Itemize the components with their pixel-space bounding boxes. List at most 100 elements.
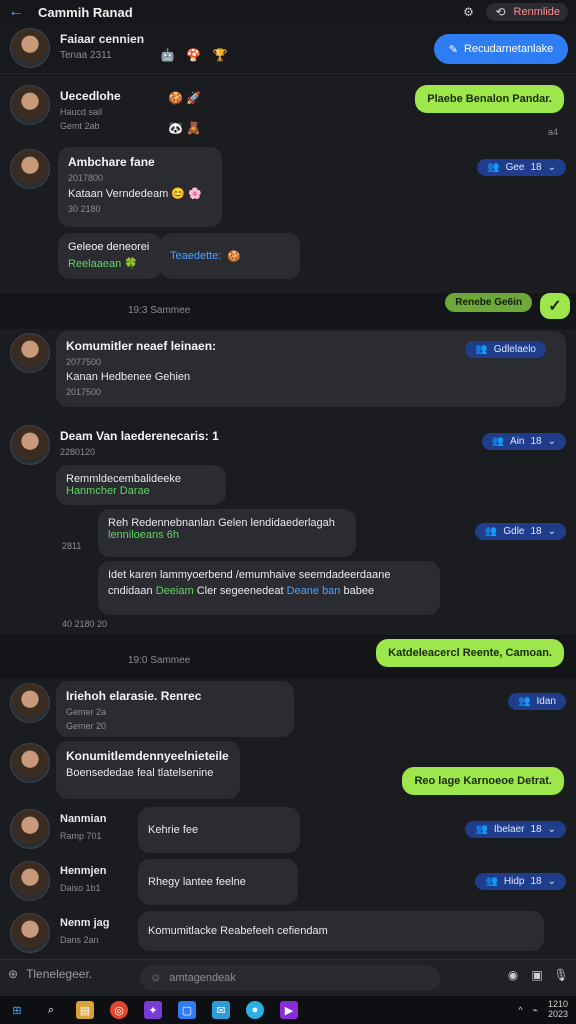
- message-meta: Gemt 2ab: [60, 121, 100, 131]
- users-icon: 👥: [487, 162, 500, 173]
- avatar[interactable]: [10, 861, 50, 901]
- messenger-app-icon[interactable]: ●: [246, 1001, 264, 1019]
- microphone-icon[interactable]: 🎙: [553, 968, 568, 982]
- message-time: a4: [547, 127, 558, 137]
- users-icon: 👥: [491, 436, 505, 447]
- message-link[interactable]: Teaedette:: [170, 250, 221, 262]
- message-bubble[interactable]: Geleoe deneorei Reelaaean 🍀: [58, 233, 162, 279]
- header-action-button[interactable]: ✎ Recudarnetanlake: [434, 34, 568, 64]
- message-link[interactable]: Deeiam: [156, 585, 194, 597]
- message-bubble[interactable]: Uecedlohe Haucd sail Gemt 2ab: [56, 83, 246, 137]
- settings-icon[interactable]: ⚙: [462, 5, 476, 19]
- message-list[interactable]: Uecedlohe Haucd sail Gemt 2ab 🍪 🚀 🐼 🧸 Pl…: [0, 75, 576, 959]
- search-icon[interactable]: ⌕: [42, 1001, 60, 1019]
- media-icon[interactable]: ▶: [280, 1001, 298, 1019]
- message-meta: Haucd sail: [60, 107, 103, 117]
- composer-label: Tlenelegeer.: [26, 967, 93, 981]
- browser-icon[interactable]: ◎: [110, 1001, 128, 1019]
- check-icon: ✓: [540, 293, 570, 319]
- message-bubble[interactable]: Remmldecembalideeke Hanmcher Darae: [56, 465, 226, 505]
- reaction-badge[interactable]: 👥 Gdle 18 ⌄: [474, 523, 566, 540]
- messenger-window: ← Cammih Ranad ⚙ ⟲ Renmlide Faiaar cenni…: [0, 0, 576, 1024]
- attach-icon[interactable]: ⊕: [8, 967, 18, 981]
- badge-count: 18: [530, 162, 542, 173]
- reaction-badge[interactable]: 👥 Gdlelaelo: [465, 341, 546, 358]
- message-meta: 2077500: [66, 357, 102, 367]
- message-title: Uecedlohe: [60, 89, 121, 103]
- back-arrow-icon[interactable]: ←: [8, 3, 28, 21]
- reaction-badge[interactable]: 👥 Ibelaer 18 ⌄: [465, 821, 566, 838]
- outgoing-bubble[interactable]: Reo lage Karnoeoe Detrat.: [402, 767, 564, 795]
- windows-start-icon[interactable]: ⊞: [8, 1001, 26, 1019]
- top-pill-label: Renmlide: [513, 6, 560, 18]
- message-text: Kehrie fee: [148, 824, 199, 836]
- reaction-badge[interactable]: 👥 Gee 18 ⌄: [477, 159, 566, 176]
- system-tray: ^ ⌁ 1210 2023: [518, 999, 568, 1020]
- title-bar: ← Cammih Ranad ⚙ ⟲ Renmlide: [0, 0, 576, 24]
- message-meta: 30 2180: [68, 204, 101, 214]
- message-bubble[interactable]: Konumitlemdennyeelnieteile Boensededae f…: [56, 741, 240, 799]
- store-icon[interactable]: ▢: [178, 1001, 196, 1019]
- reaction-badge[interactable]: 👥 Ain 18 ⌄: [481, 433, 566, 450]
- users-icon: 👥: [475, 824, 488, 835]
- avatar[interactable]: [10, 149, 50, 189]
- top-pill[interactable]: ⟲ Renmlide: [485, 3, 568, 21]
- divider-label: 19:0 Sammee: [128, 655, 191, 666]
- users-icon: 👥: [485, 876, 498, 887]
- app-icon[interactable]: ✦: [144, 1001, 162, 1019]
- message-time: 2811: [62, 541, 82, 551]
- message-bubble[interactable]: Deam Van laederenecaris: 1 2280120: [56, 423, 256, 463]
- message-title: Konumitlemdennyeelnieteile: [66, 749, 229, 763]
- avatar[interactable]: [10, 809, 50, 849]
- avatar[interactable]: [10, 28, 50, 68]
- mail-icon[interactable]: ✉: [212, 1001, 230, 1019]
- badge-label: Hidp: [503, 876, 525, 887]
- message-row: Henmjen Daiso 1b1 Rhegy lantee feelne 👥 …: [0, 859, 576, 909]
- message-row: Idet karen lammyoerbend /emumhaive seemd…: [0, 561, 576, 633]
- message-row: Uecedlohe Haucd sail Gemt 2ab 🍪 🚀 🐼 🧸 Pl…: [0, 79, 576, 149]
- message-bubble[interactable]: Kehrie fee: [138, 807, 300, 853]
- chevron-up-icon[interactable]: ^: [518, 1005, 522, 1015]
- avatar[interactable]: [10, 913, 50, 953]
- message-input[interactable]: ☺ amtagendeak: [140, 965, 440, 991]
- folder-icon[interactable]: ▤: [76, 1001, 94, 1019]
- message-text: lenniloeans 6h: [108, 529, 179, 541]
- outgoing-bubble[interactable]: Renebe Ge6in: [445, 293, 532, 312]
- network-icon[interactable]: ⌁: [533, 1005, 538, 1016]
- pencil-icon: ✎: [448, 43, 458, 56]
- message-link[interactable]: Deane ban: [287, 585, 341, 597]
- message-text: cndidaan: [108, 585, 153, 597]
- message-row: Deam Van laederenecaris: 1 2280120 Remml…: [0, 423, 576, 505]
- divider-label: 19:3 Sammee: [128, 305, 191, 316]
- message-bubble[interactable]: Reh Redennebnanlan Gelen lendidaederlaga…: [98, 509, 356, 557]
- emoji-icon[interactable]: ☺: [150, 972, 161, 984]
- message-title: Deam Van laederenecaris: 1: [60, 429, 219, 443]
- avatar[interactable]: [10, 743, 50, 783]
- contact-name: Nenm jag: [60, 917, 110, 929]
- gif-icon[interactable]: ▣: [530, 968, 544, 982]
- message-bubble[interactable]: Komumitlacke Reabefeeh cefiendam: [138, 911, 544, 951]
- top-toolbar: ⚙ ⟲ Renmlide: [462, 3, 568, 21]
- message-bubble[interactable]: Idet karen lammyoerbend /emumhaive seemd…: [98, 561, 440, 615]
- sticker-icon[interactable]: ◉: [506, 968, 520, 982]
- message-text: Kataan Verndedeam 😊 🌸: [68, 188, 202, 200]
- contact-name: Henmjen: [60, 865, 107, 877]
- message-composer: ⊕ Tlenelegeer. ☺ amtagendeak ◉ ▣ 🎙: [0, 959, 576, 995]
- avatar[interactable]: [10, 333, 50, 373]
- message-bubble[interactable]: Ambchare fane 2017800 Kataan Verndedeam …: [58, 147, 222, 227]
- date-divider: 19:0 Sammee Katdeleacercl Reente, Camoan…: [0, 635, 576, 679]
- clock[interactable]: 1210 2023: [548, 999, 568, 1020]
- message-text: Cler segeenedeat: [196, 585, 284, 597]
- outgoing-bubble[interactable]: Plaebe Benalon Pandar.: [415, 85, 564, 113]
- avatar[interactable]: [10, 85, 50, 125]
- reaction-badge[interactable]: 👥 Hidp 18 ⌄: [475, 873, 566, 890]
- contact-subtitle: Daiso 1b1: [60, 883, 101, 893]
- outgoing-bubble[interactable]: Katdeleacercl Reente, Camoan.: [376, 639, 564, 667]
- message-bubble[interactable]: Iriehoh elarasie. Renrec Gemer 2a Gemer …: [56, 681, 294, 737]
- avatar[interactable]: [10, 683, 50, 723]
- reaction-badge[interactable]: 👥 Idan: [508, 693, 566, 710]
- message-bubble[interactable]: Teaedette: 🍪: [160, 233, 300, 279]
- avatar[interactable]: [10, 425, 50, 465]
- message-row: Komumitler neaef leinaen: 2077500 Kanan …: [0, 331, 576, 411]
- message-bubble[interactable]: Rhegy lantee feelne: [138, 859, 298, 905]
